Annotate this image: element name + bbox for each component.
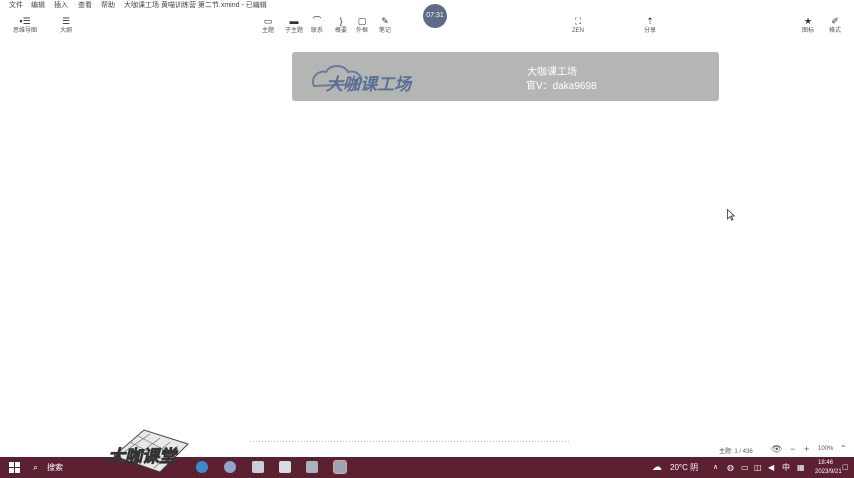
- edge-app-icon[interactable]: [196, 461, 208, 473]
- taskbar-date[interactable]: 2023/9/21: [815, 467, 842, 477]
- network-icon[interactable]: ▭: [741, 457, 749, 478]
- logo-text: 大咖课工场: [326, 75, 413, 94]
- menu-edit[interactable]: 编辑: [31, 0, 45, 12]
- menu-view[interactable]: 查看: [78, 0, 92, 12]
- insert-subtopic-button[interactable]: ▬ 子主题: [285, 15, 303, 35]
- topic-icon: ▭: [263, 16, 273, 26]
- zen-icon: ⛶: [574, 16, 582, 26]
- menu-insert[interactable]: 插入: [54, 0, 68, 12]
- notification-icon[interactable]: ▢: [842, 457, 849, 478]
- explorer-app-icon[interactable]: [306, 461, 318, 473]
- zoom-stepper-icon[interactable]: ⌃: [840, 444, 847, 453]
- zoom-level[interactable]: 100%: [818, 446, 833, 452]
- ime-indicator[interactable]: 中: [782, 457, 790, 478]
- weather-icon: ☁: [652, 462, 662, 473]
- topic-count: 主题: 1 / 436: [719, 449, 753, 455]
- zoom-out-button[interactable]: −: [790, 444, 795, 454]
- note-button[interactable]: ✎ 笔记: [379, 15, 391, 35]
- outline-view-button[interactable]: ☰ 大纲: [60, 15, 72, 35]
- insert-topic-button[interactable]: ▭ 主题: [262, 15, 274, 35]
- brand-logo: 大咖课工场: [312, 65, 413, 94]
- relationship-icon: ⌒: [312, 16, 322, 26]
- banner-title: 大咖课工场: [527, 67, 577, 78]
- window-title: 大咖课工场 黄喵训练营 第二节.xmind - 已编辑: [124, 2, 267, 9]
- document-app-icon[interactable]: [279, 461, 291, 473]
- browser-app-icon[interactable]: [224, 461, 236, 473]
- boundary-icon: ▢: [357, 16, 367, 26]
- taskbar-search[interactable]: 搜索: [47, 457, 63, 478]
- outline-icon: ☰: [61, 16, 71, 26]
- subtopic-icon: ▬: [289, 16, 299, 26]
- mindmap-icon: ▪☰: [19, 16, 31, 26]
- summary-icon: }: [339, 16, 343, 26]
- ime-mode-icon[interactable]: ▦: [797, 457, 805, 478]
- share-button[interactable]: ⇡ 分享: [644, 15, 656, 35]
- zoom-in-button[interactable]: +: [804, 444, 809, 454]
- relationship-button[interactable]: ⌒ 联系: [311, 15, 323, 35]
- menu-help[interactable]: 帮助: [101, 0, 115, 12]
- volume-icon[interactable]: ◀: [768, 457, 774, 478]
- search-icon[interactable]: ⌕: [33, 457, 38, 478]
- windows-start-icon[interactable]: [9, 462, 20, 473]
- menu-file[interactable]: 文件: [9, 0, 23, 12]
- note-icon: ✎: [381, 16, 389, 26]
- icon-panel-button[interactable]: ★ 图标: [802, 15, 814, 35]
- boundary-button[interactable]: ▢ 外框: [356, 15, 368, 35]
- star-icon: ★: [803, 16, 813, 26]
- recording-timer: 07:31: [423, 4, 447, 28]
- format-brush-icon: ✐: [831, 16, 839, 26]
- format-panel-button[interactable]: ✐ 格式: [829, 15, 841, 35]
- watermark-logo: 大咖课堂: [108, 429, 189, 473]
- share-icon: ⇡: [646, 16, 654, 26]
- mindmap-view-button[interactable]: ▪☰ 思维导图: [13, 15, 37, 35]
- banner-contact: 官V：daka9698: [526, 81, 597, 92]
- tray-app-icon[interactable]: ◍: [727, 457, 734, 478]
- eye-icon[interactable]: 👁: [771, 444, 782, 455]
- notes-app-icon[interactable]: [252, 461, 264, 473]
- mouse-cursor-icon: [727, 209, 735, 221]
- xmind-app-icon[interactable]: [333, 460, 347, 474]
- central-topic[interactable]: 大咖课工场 大咖课工场 官V：daka9698: [292, 52, 719, 101]
- tray-chevron-icon[interactable]: ∧: [713, 457, 718, 478]
- summary-button[interactable]: } 概要: [335, 15, 347, 35]
- tray-extra-icon[interactable]: ◫: [754, 457, 762, 478]
- watermark-text: 大咖课堂: [108, 447, 179, 466]
- weather-text[interactable]: 20°C 阴: [670, 457, 698, 478]
- zen-mode-button[interactable]: ⛶ ZEN: [572, 15, 584, 35]
